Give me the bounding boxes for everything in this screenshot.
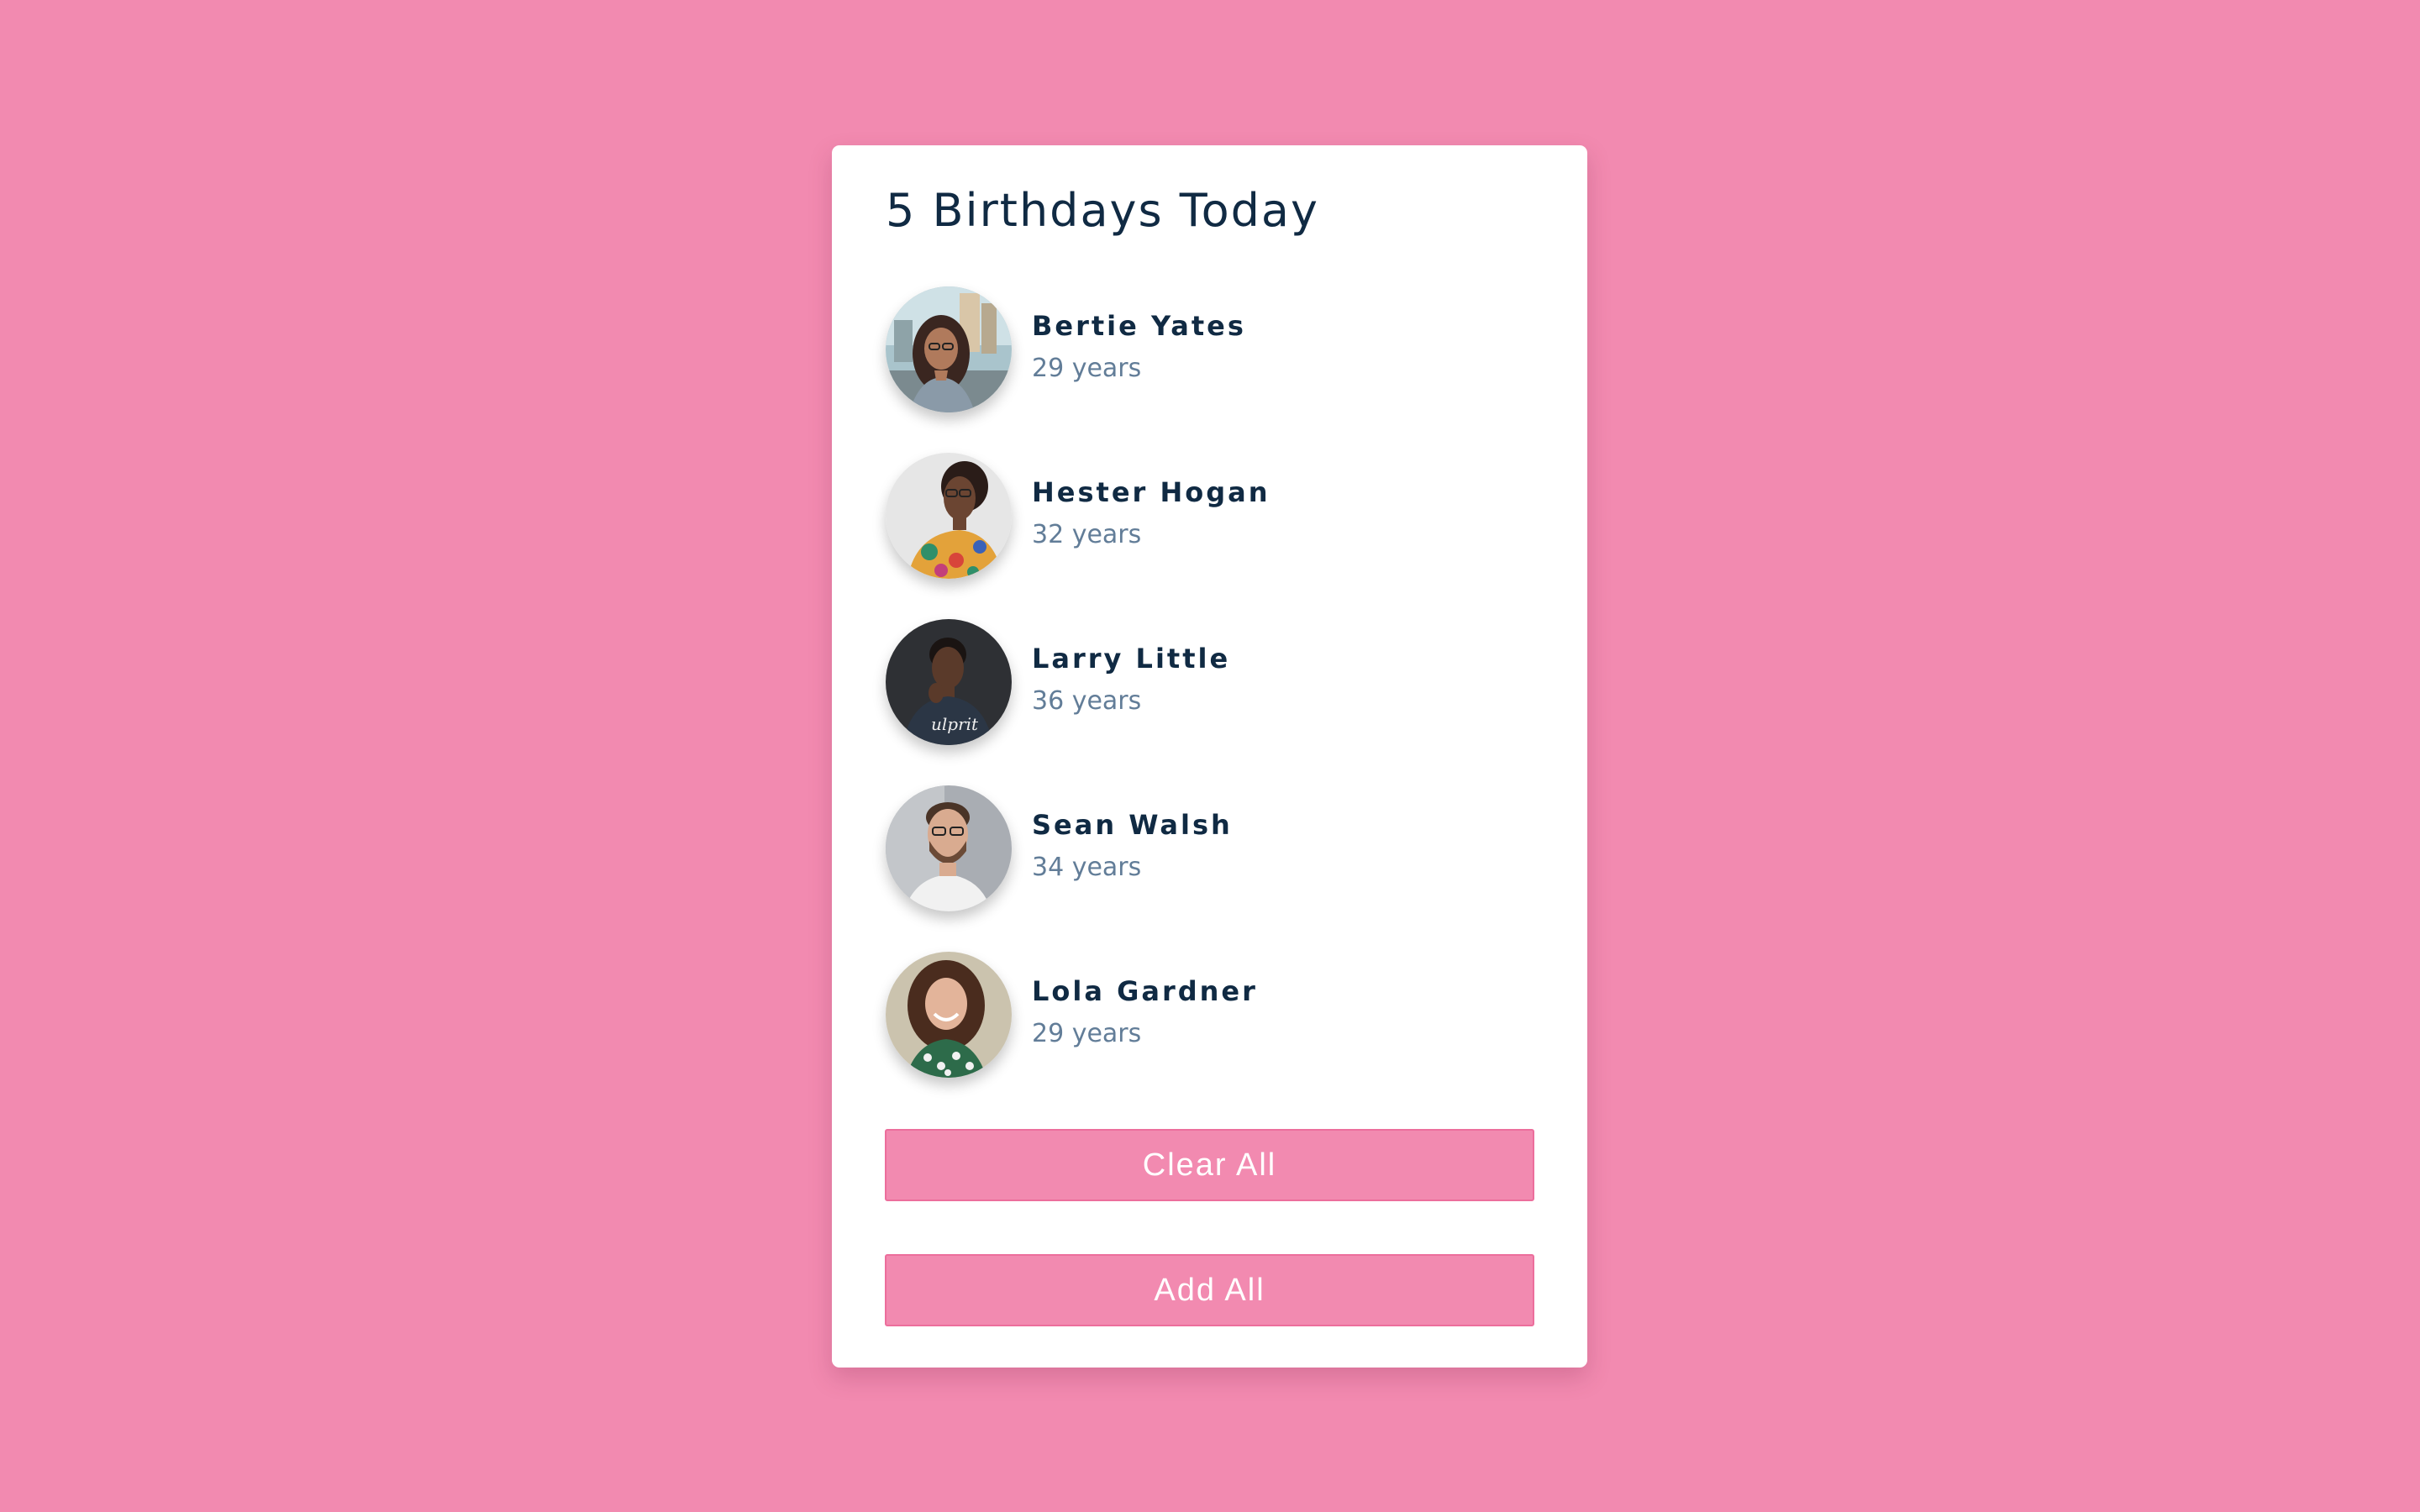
person-age: 34 years (1032, 853, 1142, 882)
avatar (886, 453, 1012, 579)
list-item: Lola Gardner 29 years (886, 952, 1558, 1078)
person-name: Larry Little (1032, 643, 1231, 675)
birthday-card: 5 Birthdays Today Bertie Yates 29 years (832, 145, 1587, 1368)
add-all-button[interactable]: Add All (885, 1254, 1534, 1326)
list-item: ulprit Larry Little 36 years (886, 619, 1558, 745)
person-name: Lola Gardner (1032, 975, 1258, 1007)
person-age: 29 years (1032, 1019, 1142, 1048)
svg-text:ulprit: ulprit (931, 714, 979, 734)
person-age: 29 years (1032, 354, 1142, 383)
person-age: 36 years (1032, 686, 1142, 716)
avatar: ulprit (886, 619, 1012, 745)
person-name: Hester Hogan (1032, 476, 1270, 508)
person-name: Bertie Yates (1032, 310, 1246, 342)
avatar (886, 286, 1012, 412)
person-age: 32 years (1032, 520, 1142, 549)
avatar (886, 785, 1012, 911)
clear-all-button[interactable]: Clear All (885, 1129, 1534, 1201)
list-item: Hester Hogan 32 years (886, 453, 1558, 579)
list-item: Sean Walsh 34 years (886, 785, 1558, 911)
person-name: Sean Walsh (1032, 809, 1233, 841)
avatar (886, 952, 1012, 1078)
page-title: 5 Birthdays Today (886, 184, 1319, 237)
list-item: Bertie Yates 29 years (886, 286, 1558, 412)
